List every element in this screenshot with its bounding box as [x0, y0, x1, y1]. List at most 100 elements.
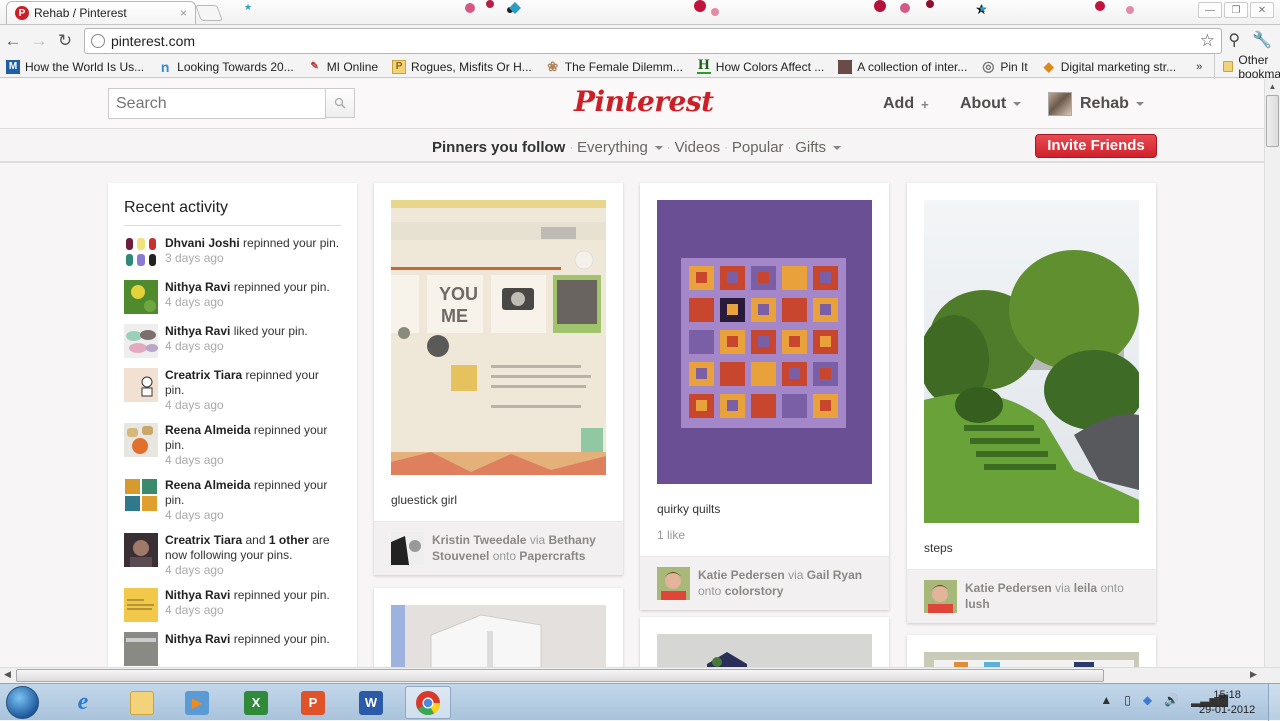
pinner-link[interactable]: Kristin Tweedale [432, 533, 526, 547]
extension-icon[interactable]: ⚲ [1228, 30, 1240, 50]
nav-gifts[interactable]: Gifts [795, 139, 826, 156]
battery-icon[interactable]: ▯ [1124, 693, 1131, 707]
board-link[interactable]: lush [965, 597, 990, 611]
bookmark-item[interactable]: P Rogues, Misfits Or H... [392, 59, 532, 74]
dropbox-icon[interactable]: ◆ [1143, 693, 1152, 707]
nav-popular[interactable]: Popular [732, 139, 784, 156]
pinner-avatar[interactable] [924, 580, 957, 613]
user-menu[interactable]: Rehab [1048, 92, 1144, 116]
taskbar-app-chrome[interactable] [405, 686, 451, 719]
search-button[interactable] [325, 88, 355, 118]
bookmark-item[interactable]: ❀ The Female Dilemm... [546, 59, 682, 74]
taskbar-app-explorer[interactable] [119, 686, 165, 719]
bookmark-star-icon[interactable]: ☆ [1200, 31, 1215, 51]
taskbar-app-media-player[interactable]: ▶ [174, 686, 220, 719]
activity-user-link[interactable]: Nithya Ravi [165, 280, 230, 294]
via-link[interactable]: leila [1074, 581, 1097, 595]
pin-card[interactable] [907, 635, 1156, 667]
taskbar-app-powerpoint[interactable]: P [290, 686, 336, 719]
activity-user-link[interactable]: Nithya Ravi [165, 632, 230, 646]
activity-user-link[interactable]: Reena Almeida [165, 423, 251, 437]
activity-item[interactable]: Creatrix Tiara and 1 other are now follo… [124, 533, 341, 578]
wrench-menu-icon[interactable]: 🔧 [1252, 30, 1272, 50]
activity-item[interactable]: Dhvani Joshi repinned your pin. 3 days ag… [124, 236, 341, 270]
volume-icon[interactable]: 🔊 [1164, 693, 1179, 707]
other-bookmarks[interactable]: Other bookmarks [1214, 52, 1280, 81]
tab-close-icon[interactable]: × [180, 6, 187, 20]
activity-item[interactable]: Nithya Ravi repinned your pin. [124, 632, 341, 666]
horizontal-scroll-thumb[interactable] [16, 669, 1104, 682]
taskbar-app-word[interactable]: W [348, 686, 394, 719]
activity-user-link[interactable]: Reena Almeida [165, 478, 251, 492]
activity-item[interactable]: Reena Almeida repinned your pin. 4 days a… [124, 478, 341, 523]
nav-pinners-you-follow[interactable]: Pinners you follow [432, 139, 565, 156]
pin-image-garden-steps[interactable] [919, 200, 1144, 523]
activity-user-link[interactable]: Dhvani Joshi [165, 236, 240, 250]
start-button[interactable] [6, 686, 39, 719]
nav-videos[interactable]: Videos [675, 139, 721, 156]
vertical-scrollbar[interactable]: ▲ [1264, 79, 1280, 667]
pinner-link[interactable]: Katie Pedersen [965, 581, 1052, 595]
pin-image-scrapbook[interactable]: YOU ME [391, 200, 606, 475]
board-link[interactable]: Papercrafts [519, 549, 585, 563]
horizontal-scrollbar[interactable]: ◀ ▶ [0, 667, 1280, 683]
bookmark-item[interactable]: ◎ Pin It [981, 58, 1027, 74]
activity-user-link[interactable]: Nithya Ravi [165, 588, 230, 602]
invite-friends-button[interactable]: Invite Friends [1035, 134, 1157, 158]
taskbar-app-excel[interactable]: X [233, 686, 279, 719]
pin-card[interactable] [640, 617, 889, 667]
via-link[interactable]: Gail Ryan [807, 568, 862, 582]
bookmark-item[interactable]: ◆ Digital marketing str... [1042, 59, 1176, 74]
pin-card[interactable]: YOU ME gluestick girl Kristin Tweedale v… [374, 183, 623, 575]
forward-button[interactable]: → [26, 31, 52, 51]
chevron-down-icon[interactable] [833, 145, 842, 150]
bookmark-item[interactable]: M How the World Is Us... [6, 59, 144, 74]
bookmark-item[interactable]: ▪ A collection of inter... [838, 59, 967, 74]
scroll-up-arrow[interactable]: ▲ [1265, 79, 1280, 95]
pinner-link[interactable]: Katie Pedersen [698, 568, 785, 582]
activity-other-link[interactable]: 1 other [269, 533, 309, 547]
close-window-icon[interactable]: ✕ [1250, 2, 1274, 18]
pin-image-pattern[interactable] [924, 652, 1139, 667]
url-text[interactable]: pinterest.com [111, 33, 195, 49]
minimize-icon[interactable]: — [1198, 2, 1222, 18]
pinner-avatar[interactable] [657, 567, 690, 600]
board-link[interactable]: colorstory [725, 584, 784, 598]
activity-item[interactable]: Reena Almeida repinned your pin. 4 days a… [124, 423, 341, 468]
scroll-right-arrow[interactable]: ▶ [1250, 669, 1257, 680]
nav-everything[interactable]: Everything [577, 139, 648, 156]
back-button[interactable]: ← [0, 31, 26, 51]
pin-like-count[interactable]: 1 like [640, 516, 889, 542]
scroll-left-arrow[interactable]: ◀ [4, 669, 11, 680]
bookmark-item[interactable]: ✎ MI Online [308, 60, 378, 74]
bookmark-item[interactable]: n Looking Towards 20... [158, 59, 294, 75]
chevron-down-icon[interactable] [654, 145, 663, 150]
pin-card[interactable]: quirky quilts 1 like Katie Pedersen via … [640, 183, 889, 610]
bookmarks-overflow-chevron[interactable]: » [1196, 61, 1202, 73]
activity-item[interactable]: Nithya Ravi repinned your pin. 4 days ago [124, 280, 341, 314]
restore-icon[interactable]: ❐ [1224, 2, 1248, 18]
pinterest-logo[interactable]: Pinterest [574, 85, 714, 118]
show-hidden-icons[interactable]: ▲ [1100, 693, 1112, 707]
activity-item[interactable]: Creatrix Tiara repinned your pin. 4 days … [124, 368, 341, 413]
pin-card[interactable]: steps Katie Pedersen via leila onto lush [907, 183, 1156, 623]
pin-image-cushion[interactable] [657, 634, 872, 667]
show-desktop-button[interactable] [1268, 684, 1280, 721]
pin-image-shelf[interactable] [391, 605, 606, 667]
pin-card[interactable] [374, 588, 623, 667]
activity-user-link[interactable]: Creatrix Tiara [165, 368, 242, 382]
pin-image-quilt[interactable] [657, 200, 872, 484]
about-menu[interactable]: About [960, 95, 1022, 113]
taskbar-app-internet-explorer[interactable]: e [60, 686, 106, 719]
add-menu[interactable]: Add + [883, 95, 929, 113]
reload-button[interactable]: ↻ [52, 31, 78, 51]
pinner-avatar[interactable] [391, 532, 424, 565]
taskbar-clock[interactable]: 15:18 29-01-2012 [1199, 688, 1255, 718]
activity-user-link[interactable]: Creatrix Tiara [165, 533, 242, 547]
browser-tab[interactable]: P Rehab / Pinterest × [6, 1, 196, 24]
activity-item[interactable]: Nithya Ravi repinned your pin. 4 days ago [124, 588, 341, 622]
activity-user-link[interactable]: Nithya Ravi [165, 324, 230, 338]
vertical-scroll-thumb[interactable] [1266, 95, 1279, 147]
bookmark-item[interactable]: H How Colors Affect ... [696, 57, 824, 74]
activity-item[interactable]: Nithya Ravi liked your pin. 4 days ago [124, 324, 341, 358]
